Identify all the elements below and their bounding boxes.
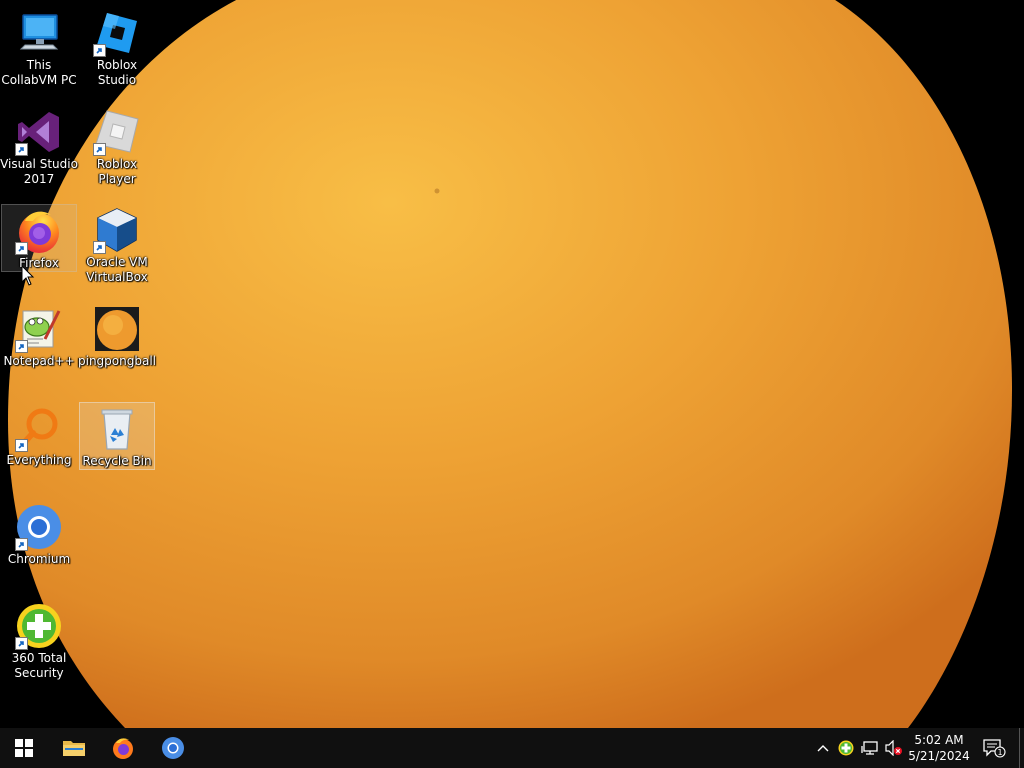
taskbar-clock[interactable]: 5:02 AM 5/21/2024 — [903, 728, 975, 768]
show-desktop-button[interactable] — [1019, 728, 1024, 768]
this-pc-icon — [15, 9, 63, 57]
desktop-icon-label: Everything — [6, 453, 72, 467]
network-tray-button[interactable] — [860, 728, 880, 768]
everything-search-icon — [15, 404, 63, 452]
shortcut-arrow-icon — [93, 143, 106, 156]
desktop-icon-chromium[interactable]: Chromium — [1, 501, 77, 569]
desktop-icon-label: Roblox Studio — [96, 58, 138, 87]
visual-studio-icon — [15, 108, 63, 156]
shortcut-arrow-icon — [15, 538, 28, 551]
firefox-taskbar-button[interactable] — [99, 728, 147, 768]
clock-time: 5:02 AM — [914, 733, 964, 747]
chromium-taskbar-button[interactable] — [149, 728, 197, 768]
network-icon — [861, 741, 878, 755]
windows-logo-icon — [15, 739, 33, 757]
desktop-icon-label: Notepad++ — [3, 354, 75, 368]
desktop-icon-recycle-bin[interactable]: Recycle Bin — [79, 402, 155, 470]
volume-tray-button[interactable] — [884, 728, 904, 768]
file-explorer-button[interactable] — [50, 728, 98, 768]
desktop-icon-notepad-plus-plus[interactable]: Notepad++ — [1, 303, 77, 371]
desktop[interactable]: This CollabVM PC Visual Studio 2017 Fire… — [0, 0, 1024, 728]
show-hidden-icons-button[interactable] — [813, 728, 833, 768]
notepad-plus-plus-icon — [15, 305, 63, 353]
volume-muted-icon — [885, 740, 902, 756]
360-security-tray-button[interactable] — [836, 728, 856, 768]
mouse-cursor-icon — [21, 265, 35, 286]
desktop-icon-everything[interactable]: Everything — [1, 402, 77, 470]
desktop-icon-label: Chromium — [7, 552, 71, 566]
desktop-icon-roblox-player[interactable]: Roblox Player — [79, 106, 155, 186]
folder-icon — [63, 741, 85, 756]
desktop-icon-label: 360 Total Security — [11, 651, 67, 680]
virtualbox-icon — [93, 206, 141, 254]
desktop-icon-virtualbox[interactable]: Oracle VM VirtualBox — [79, 204, 155, 284]
desktop-icon-label: Oracle VM VirtualBox — [86, 255, 148, 284]
roblox-studio-icon — [93, 9, 141, 57]
360-security-tray-icon — [838, 740, 854, 756]
chromium-icon — [162, 737, 184, 759]
desktop-icon-label: This CollabVM PC — [1, 58, 77, 87]
chromium-icon — [15, 503, 63, 551]
notification-icon: 1 — [983, 739, 1006, 758]
firefox-icon — [15, 207, 63, 255]
image-file-icon — [93, 305, 141, 353]
firefox-icon — [113, 738, 133, 759]
roblox-player-icon — [93, 108, 141, 156]
desktop-icon-label: Roblox Player — [96, 157, 138, 186]
shortcut-arrow-icon — [15, 340, 28, 353]
shortcut-arrow-icon — [15, 143, 28, 156]
shortcut-arrow-icon — [93, 241, 106, 254]
shortcut-arrow-icon — [15, 637, 28, 650]
desktop-icon-label: Visual Studio 2017 — [0, 157, 78, 186]
shortcut-arrow-icon — [15, 242, 28, 255]
desktop-icon-label: Firefox — [19, 256, 59, 270]
desktop-icon-visual-studio[interactable]: Visual Studio 2017 — [0, 106, 78, 186]
360-total-security-icon — [15, 602, 63, 650]
desktop-icon-roblox-studio[interactable]: Roblox Studio — [79, 7, 155, 87]
desktop-icon-label: Recycle Bin — [82, 454, 152, 468]
desktop-icon-label: pingpongball — [78, 354, 156, 368]
clock-date: 5/21/2024 — [908, 749, 970, 763]
chevron-up-icon — [817, 745, 829, 752]
notification-count: 1 — [997, 748, 1002, 757]
desktop-icon-this-pc[interactable]: This CollabVM PC — [1, 7, 77, 87]
start-button[interactable] — [0, 728, 48, 768]
shortcut-arrow-icon — [15, 439, 28, 452]
shortcut-arrow-icon — [93, 44, 106, 57]
desktop-icon-pingpongball[interactable]: pingpongball — [78, 303, 156, 371]
desktop-icon-360-total-security[interactable]: 360 Total Security — [1, 600, 77, 680]
desktop-icon-firefox[interactable]: Firefox — [1, 204, 77, 272]
recycle-bin-icon — [93, 405, 141, 453]
action-center-button[interactable]: 1 — [980, 728, 1008, 768]
taskbar: 5:02 AM 5/21/2024 1 — [0, 728, 1024, 768]
